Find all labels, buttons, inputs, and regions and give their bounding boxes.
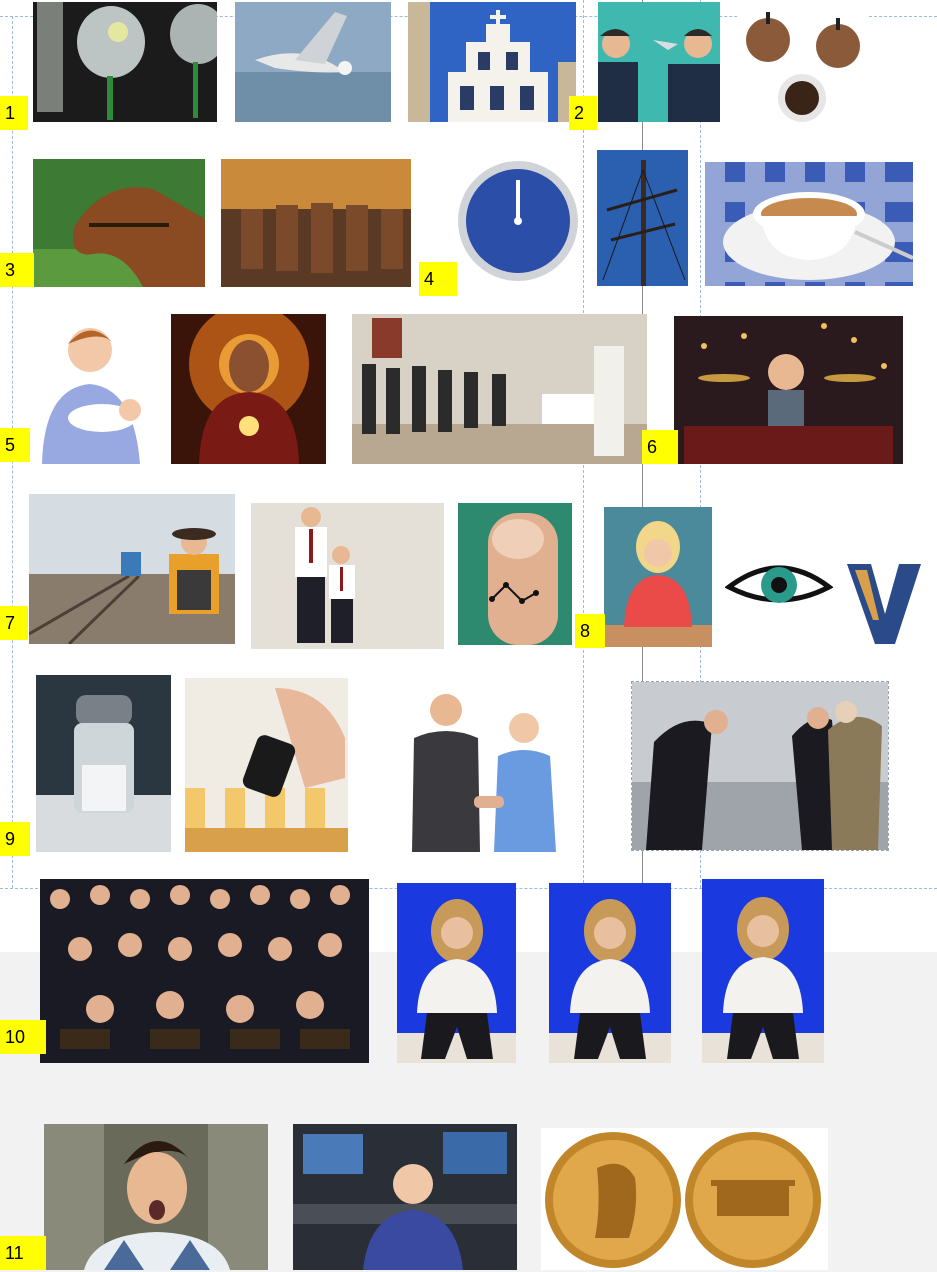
row-number-label: 7 [0,606,28,640]
train-platform-traveler-image [29,494,235,644]
row-number-label: 2 [569,96,597,130]
row-number-label: 6 [642,430,678,464]
pepper-grinder-image [185,678,348,852]
eye-illustration [725,555,833,617]
seated-woman-blue-backdrop-image-1 [397,883,516,1063]
wall-clock-image [456,158,580,284]
jesus-portrait-image [171,314,326,464]
tv-presenter-woman-image [604,507,712,647]
surprised-man-image [44,1124,268,1270]
horse-head-image [33,159,205,287]
bowing-men-image [631,681,889,851]
row-number-label: 4 [419,262,457,296]
seated-woman-blue-backdrop-image-3 [702,879,824,1063]
ship-mast-image [597,150,688,286]
child-drummer-image [674,316,903,464]
gin-tonic-glasses-image [33,2,217,122]
salt-shaker-image [36,675,171,852]
row-number-label: 11 [0,1236,46,1270]
coffee-cups-image [738,2,868,126]
row-number-label: 1 [0,96,28,130]
man-holding-baby-illustration [30,314,150,464]
handshake-young-old-man-image [390,688,576,852]
choir-singers-image [40,879,369,1063]
penny-coins-image [541,1128,828,1270]
tea-cup-image [705,162,913,286]
tall-and-short-men-image [251,503,444,649]
letter-v-collage-image [845,560,923,646]
church-ceremony-image [352,314,647,464]
row-number-label: 10 [0,1020,46,1054]
row-number-label: 5 [0,428,30,462]
church-bell-tower-image [408,2,576,122]
toe-diagram-image [458,503,572,645]
seagull-flying-image [235,2,391,122]
man-in-control-room-image [293,1124,517,1270]
row-number-label: 3 [0,253,34,287]
row-number-label: 9 [0,822,30,856]
row-number-label: 8 [575,614,605,648]
seated-woman-blue-backdrop-image-2 [549,883,671,1063]
deer-herd-image [221,159,411,287]
backstab-businessmen-image [598,2,720,122]
